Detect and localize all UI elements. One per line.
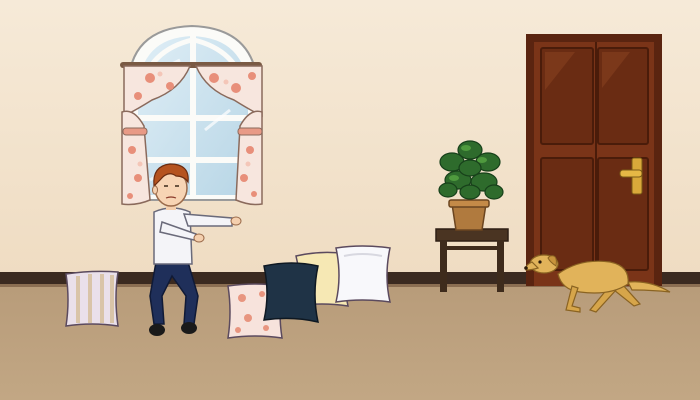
game-scene <box>0 0 700 400</box>
pillow-striped[interactable] <box>65 270 119 327</box>
pillow-white[interactable] <box>335 245 391 303</box>
pillow-navy[interactable] <box>263 262 319 323</box>
room-canvas <box>0 0 700 400</box>
wooden-door[interactable] <box>526 34 662 286</box>
